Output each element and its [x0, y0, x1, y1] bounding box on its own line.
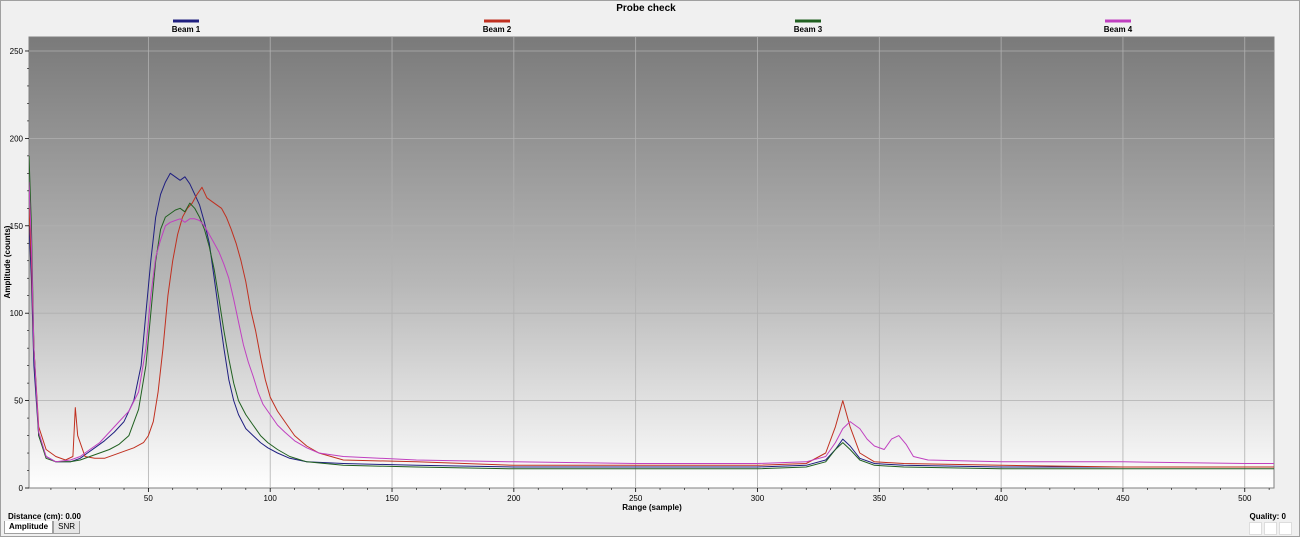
legend: Beam 1 Beam 2 Beam 3 Beam 4 — [172, 19, 1133, 34]
tab-snr[interactable]: SNR — [53, 521, 80, 534]
y-axis-label: Amplitude (counts) — [3, 225, 12, 298]
x-tick-label: 200 — [507, 494, 521, 503]
x-axis-label: Range (sample) — [622, 503, 682, 512]
x-tick-label: 250 — [629, 494, 643, 503]
x-tick-label: 100 — [264, 494, 278, 503]
quality-readout: Quality: 0 — [1250, 512, 1286, 521]
chart-title: Probe check — [616, 3, 676, 14]
y-tick-label: 200 — [10, 134, 24, 143]
y-tick-label: 100 — [10, 309, 24, 318]
quality-label: Quality: — [1249, 512, 1280, 521]
distance-label: Distance (cm): — [8, 512, 64, 521]
maximize-button[interactable] — [1264, 522, 1277, 535]
distance-value: 0.00 — [65, 512, 81, 521]
legend-label: Beam 3 — [794, 25, 823, 34]
legend-label: Beam 4 — [1104, 25, 1133, 34]
y-tick-label: 0 — [19, 484, 24, 493]
view-tabs: Amplitude SNR — [4, 521, 80, 534]
x-tick-label: 500 — [1238, 494, 1252, 503]
x-tick-label: 150 — [385, 494, 399, 503]
legend-label: Beam 2 — [483, 25, 512, 34]
quality-value: 0 — [1281, 512, 1286, 521]
x-tick-label: 300 — [751, 494, 765, 503]
y-tick-label: 50 — [14, 397, 23, 406]
x-tick-label: 450 — [1116, 494, 1130, 503]
plot-area — [28, 36, 1275, 489]
distance-readout: Distance (cm): 0.00 — [8, 512, 81, 521]
minimize-button[interactable] — [1249, 522, 1262, 535]
window-controls — [1249, 522, 1292, 535]
x-tick-label: 350 — [873, 494, 887, 503]
y-axis-ticks: 050100150200250 — [10, 47, 29, 493]
probe-check-chart: Probe check Beam 1 Beam 2 Beam 3 Beam 4 0 50… — [3, 3, 1275, 512]
x-tick-label: 400 — [994, 494, 1008, 503]
x-tick-label: 50 — [144, 494, 153, 503]
x-axis-ticks: 50 100 150 200 250 300 350 400 450 500 — [50, 488, 1270, 503]
y-tick-label: 250 — [10, 47, 24, 56]
tab-amplitude[interactable]: Amplitude — [4, 521, 54, 534]
close-button[interactable] — [1279, 522, 1292, 535]
legend-label: Beam 1 — [172, 25, 201, 34]
